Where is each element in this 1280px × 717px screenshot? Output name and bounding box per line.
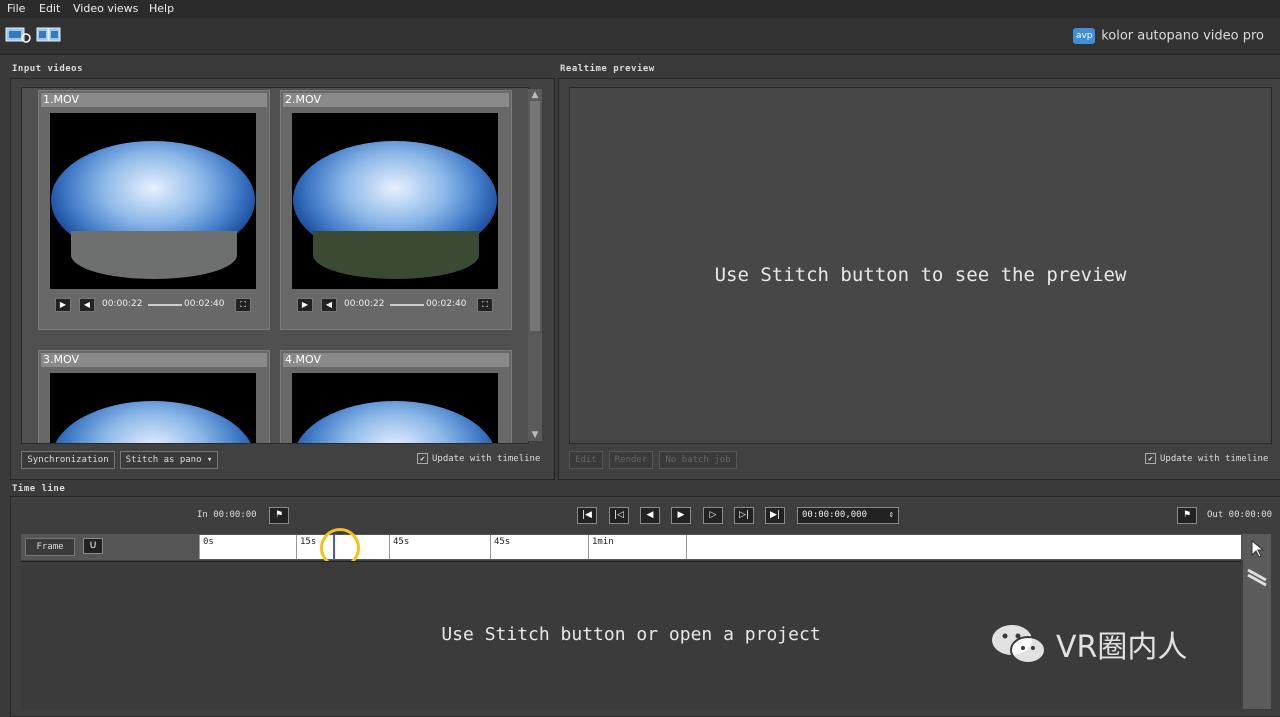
volume-icon[interactable]: ◀ (79, 298, 95, 312)
video-name: 1.MOV (41, 93, 267, 107)
avp-logo-icon: avp (1073, 28, 1096, 44)
step-back-icon[interactable]: ◀ (640, 507, 660, 524)
brand: avp kolor autopano video pro (1073, 28, 1264, 44)
preview-update-checkbox[interactable]: ✔ Update with timeline (1145, 453, 1268, 464)
cursor-icon[interactable] (1249, 540, 1265, 558)
checkmark-icon: ✔ (417, 453, 428, 464)
volume-icon[interactable]: ◀ (321, 298, 337, 312)
timeline-title: Time line (12, 484, 66, 494)
magnet-icon[interactable]: U (83, 538, 103, 554)
video-name: 4.MOV (283, 353, 509, 367)
video-name: 3.MOV (41, 353, 267, 367)
realtime-preview-panel: Use Stitch button to see the preview Edi… (558, 78, 1280, 480)
duration: 00:02:40 (184, 299, 225, 309)
timecode-value: 00:00:00,000 (802, 510, 868, 520)
ground-image (313, 231, 479, 279)
video-name: 2.MOV (283, 93, 509, 107)
ground-image (71, 231, 237, 279)
seek-slider[interactable] (148, 304, 182, 306)
toolbar: avp kolor autopano video pro (0, 18, 1280, 55)
menu-edit[interactable]: Edit (39, 2, 60, 15)
go-start-icon[interactable]: |◀ (577, 507, 597, 524)
video-controls: ▶ ◀ 00:00:22 00:02:40 ⛶ (292, 297, 498, 313)
seek-slider[interactable] (390, 304, 424, 306)
menu-help[interactable]: Help (149, 2, 174, 15)
timeline-ruler-row: Frame U 0s 15s 45s 45s 1min (21, 534, 1243, 560)
current-time: 00:00:22 (344, 299, 385, 309)
fisheye-image (51, 141, 255, 279)
synchronization-button[interactable]: Synchronization (21, 451, 115, 469)
checkmark-icon: ✔ (1145, 453, 1156, 464)
chevron-down-icon: ▾ (206, 455, 213, 465)
video-frame (50, 373, 256, 443)
go-end-icon[interactable]: ▶| (765, 507, 785, 524)
video-grid: 1.MOV ▶ ◀ 00:00:22 00:02:40 ⛶ 2.MOV ▶ ◀ (21, 87, 529, 444)
play-icon[interactable]: ▶ (671, 507, 691, 524)
ruler-tick: 1min (588, 535, 614, 559)
ruler-tick: 0s (199, 535, 214, 559)
frame-button[interactable]: Frame (25, 538, 75, 556)
fisheye-image (293, 141, 497, 279)
video-thumb-3[interactable]: 3.MOV (38, 350, 270, 443)
play-icon[interactable]: ▶ (55, 298, 71, 312)
video-frame (292, 373, 498, 443)
preview-area: Use Stitch button to see the preview (569, 87, 1272, 444)
video-thumb-1[interactable]: 1.MOV ▶ ◀ 00:00:22 00:02:40 ⛶ (38, 90, 270, 330)
video-thumb-4[interactable]: 4.MOV (280, 350, 512, 443)
set-in-flag-icon[interactable]: ⚑ (269, 507, 289, 524)
render-button[interactable]: Render (609, 451, 653, 469)
checkbox-label: Update with timeline (432, 454, 541, 464)
wechat-logo-icon (992, 625, 1046, 664)
watermark-text: VR圈内人 (1056, 630, 1188, 665)
ruler-tick: 15s (296, 535, 316, 559)
ruler-tick: 45s (490, 535, 510, 559)
checkbox-label: Update with timeline (1160, 454, 1269, 464)
spin-arrows-icon[interactable]: ⇕ (889, 508, 894, 523)
set-out-flag-icon[interactable]: ⚑ (1177, 507, 1197, 524)
fisheye-image (51, 401, 255, 443)
duration: 00:02:40 (426, 299, 467, 309)
next-key-icon[interactable]: ▷| (734, 507, 754, 524)
import-video-icon[interactable] (5, 26, 31, 44)
input-videos-title: Input videos (12, 64, 84, 74)
scroll-down-icon[interactable]: ▼ (529, 430, 541, 440)
fullscreen-icon[interactable]: ⛶ (477, 298, 493, 312)
realtime-preview-title: Realtime preview (560, 64, 655, 74)
stitch-as-pano-dropdown[interactable]: Stitch as pano ▾ (120, 451, 218, 469)
batch-job-button[interactable]: No batch job (659, 451, 737, 469)
video-thumb-2[interactable]: 2.MOV ▶ ◀ 00:00:22 00:02:40 ⛶ (280, 90, 512, 330)
fisheye-image (293, 401, 497, 443)
edit-button[interactable]: Edit (569, 451, 603, 469)
scroll-up-icon[interactable]: ▲ (529, 90, 541, 100)
out-point-label: Out 00:00:00 (1207, 510, 1273, 520)
video-controls: ▶ ◀ 00:00:22 00:02:40 ⛶ (50, 297, 256, 313)
watermark: VR圈内人 (988, 618, 1248, 668)
menu-file[interactable]: File (7, 2, 25, 15)
ruler-tick (686, 535, 690, 559)
play-icon[interactable]: ▶ (297, 298, 313, 312)
update-with-timeline-checkbox[interactable]: ✔ Update with timeline (417, 453, 540, 464)
video-scrollbar[interactable]: ▲ ▼ (528, 89, 542, 441)
video-frame (292, 113, 498, 289)
current-time: 00:00:22 (102, 299, 143, 309)
ruler-tick: 45s (389, 535, 409, 559)
scroll-thumb[interactable] (530, 101, 540, 331)
menu-video-views[interactable]: Video views (73, 2, 138, 15)
timeline-panel: In 00:00:00 ⚑ |◀ |◁ ◀ ▶ ▷ ▷| ▶| 00:00:00… (10, 496, 1280, 717)
video-frame (50, 113, 256, 289)
step-forward-icon[interactable]: ▷ (703, 507, 723, 524)
stitch-video-icon[interactable] (36, 26, 62, 44)
preview-message: Use Stitch button to see the preview (714, 264, 1127, 286)
fullscreen-icon[interactable]: ⛶ (235, 298, 251, 312)
timecode-spinbox[interactable]: 00:00:00,000 ⇕ (797, 507, 899, 524)
prev-key-icon[interactable]: |◁ (609, 507, 629, 524)
in-point-label: In 00:00:00 (197, 510, 257, 520)
cut-tool-icon[interactable] (1246, 566, 1268, 586)
menu-bar: File Edit Video views Help (0, 0, 1280, 18)
input-videos-panel: 1.MOV ▶ ◀ 00:00:22 00:02:40 ⛶ 2.MOV ▶ ◀ (10, 78, 555, 480)
stitch-label: Stitch as pano (125, 455, 202, 465)
brand-name: kolor autopano video pro (1101, 28, 1264, 44)
